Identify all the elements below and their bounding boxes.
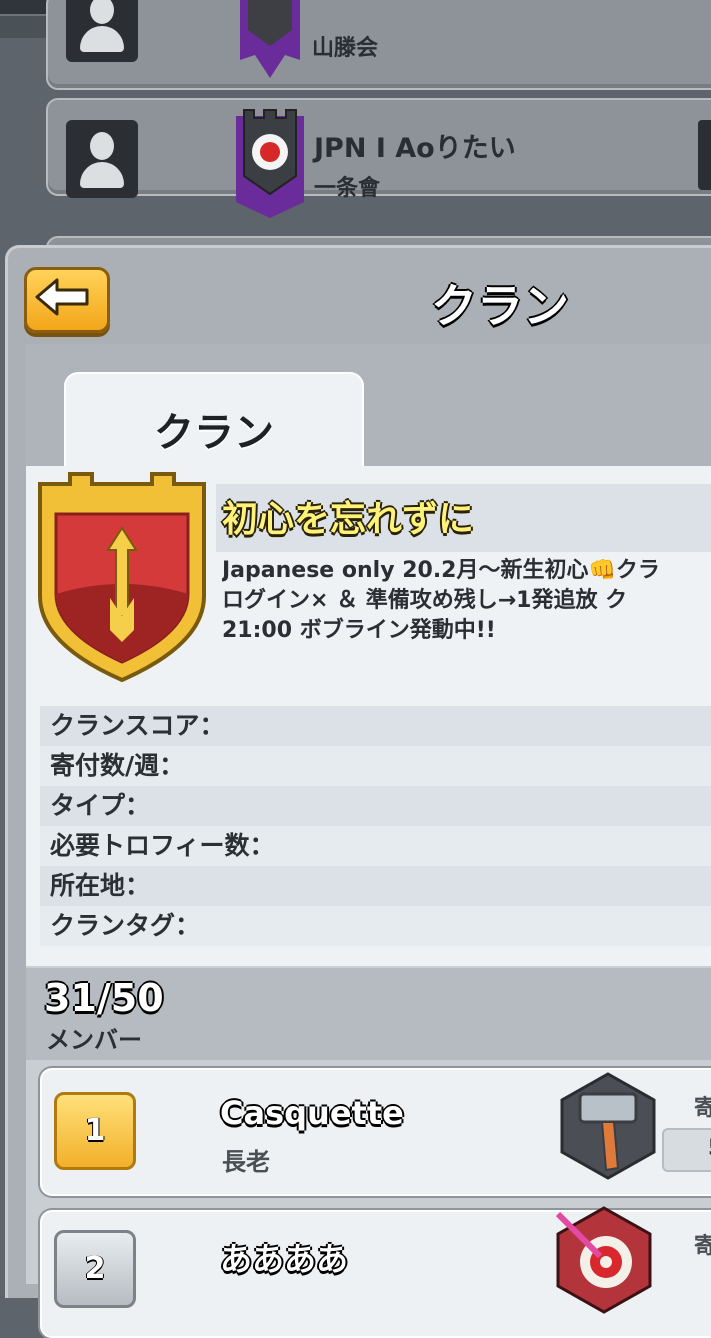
stat-location: 所在地： — [40, 866, 711, 906]
member-role: 長老 — [222, 1148, 270, 1176]
member-name: ああああ — [220, 1240, 349, 1278]
background-list-row[interactable]: 山滕会 — [46, 0, 711, 90]
member-donation-label: 寄 — [694, 1234, 711, 1259]
clan-name: 初心を忘れずに — [222, 499, 475, 540]
background-player-name: JPN I Aoりたい — [314, 133, 516, 164]
member-rank: 2 — [54, 1230, 136, 1308]
member-label: メンバー — [46, 1026, 142, 1054]
avatar-icon — [66, 0, 138, 62]
member-name: Casquette — [220, 1094, 404, 1132]
member-rank: 1 — [54, 1092, 136, 1170]
clan-badge-icon — [236, 109, 304, 218]
member-row[interactable]: 2 ああああ 寄 — [40, 1206, 711, 1338]
arena-hammer-icon — [560, 1072, 656, 1180]
clan-stats: クランスコア： 寄付数/週： タイプ： 必要トロフィー数： 所在地： クランタグ… — [40, 706, 711, 946]
clan-badge-icon — [240, 0, 300, 78]
clan-description-line: ログイン× ＆ 準備攻め残し→1発追放 ク — [222, 588, 628, 613]
stat-donations: 寄付数/週： — [40, 746, 711, 786]
arena-target-icon — [555, 1206, 652, 1314]
clan-description-line: Japanese only 20.2月〜新生初心👊クラ — [222, 558, 660, 583]
back-button[interactable] — [24, 267, 110, 333]
avatar-icon — [66, 120, 138, 198]
stat-clan-score: クランスコア： — [40, 706, 711, 746]
member-count: 31/50 — [44, 976, 164, 1020]
clan-description-line: 21:00 ボブライン発動中!! — [222, 618, 496, 643]
clan-badge-icon — [38, 472, 206, 683]
tab-label: クラン — [154, 410, 274, 456]
stat-type: タイプ： — [40, 786, 711, 826]
member-donation-label: 寄 — [694, 1096, 711, 1121]
tab-clan[interactable]: クラン — [64, 372, 364, 474]
stat-required-trophies: 必要トロフィー数： — [40, 826, 711, 866]
back-arrow-icon — [35, 278, 89, 316]
member-row[interactable]: 1 Casquette 長老 寄 5 — [40, 1068, 711, 1196]
background-clan-label: 一条會 — [314, 176, 381, 201]
background-row-edge — [698, 120, 711, 190]
background-clan-label: 山滕会 — [312, 36, 379, 61]
member-donation-box: 5 — [662, 1128, 711, 1172]
stat-clan-tag: クランタグ： — [40, 906, 711, 946]
background-list-row[interactable]: JPN I Aoりたい 一条會 — [46, 98, 711, 218]
page-title: クラン — [431, 279, 569, 333]
clan-description: Japanese only 20.2月〜新生初心👊クラ ログイン× ＆ 準備攻め… — [222, 556, 711, 646]
